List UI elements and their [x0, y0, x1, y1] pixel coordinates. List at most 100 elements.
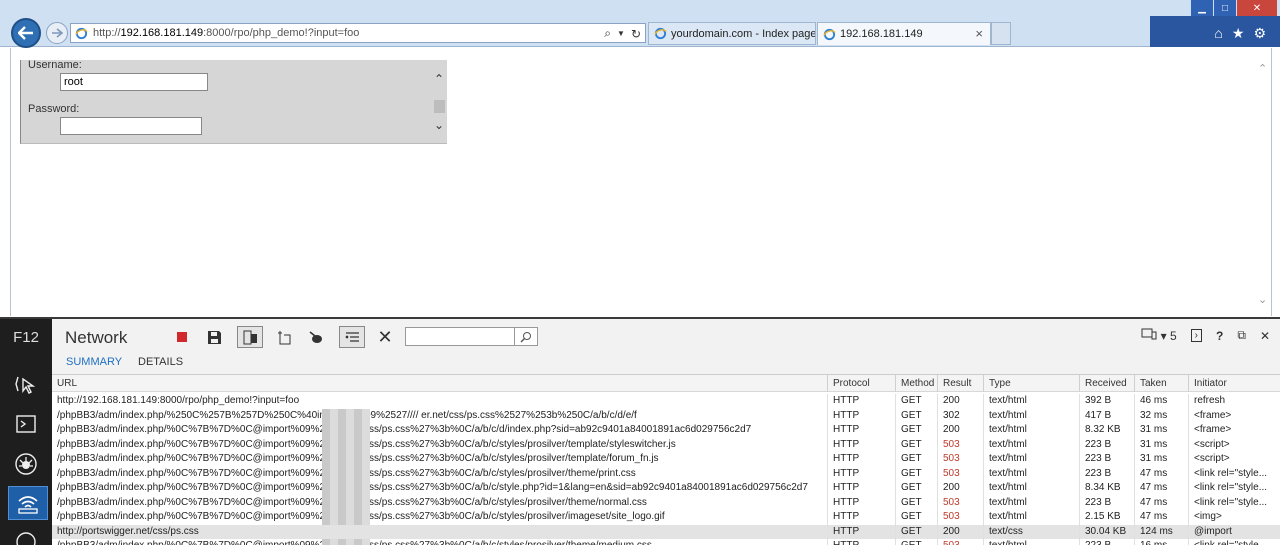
- column-initiator[interactable]: Initiator: [1188, 375, 1280, 392]
- settings-gear-icon[interactable]: ⚙: [1253, 25, 1266, 42]
- scroll-down-icon[interactable]: ⌄: [434, 118, 444, 132]
- expand-panel-icon[interactable]: ›: [1190, 329, 1203, 342]
- close-window-button[interactable]: ✕: [1237, 0, 1277, 16]
- table-row[interactable]: /phpBB3/adm/index.php/%250C%257B%257D%25…: [52, 408, 1280, 423]
- column-type[interactable]: Type: [983, 375, 1079, 392]
- table-row[interactable]: /phpBB3/adm/index.php/%0C%7B%7D%0C@impor…: [52, 481, 1280, 496]
- column-protocol[interactable]: Protocol: [827, 375, 895, 392]
- cell-type: text/html: [983, 423, 1079, 438]
- home-icon[interactable]: ⌂: [1214, 25, 1222, 42]
- cell-method: GET: [895, 510, 937, 525]
- cell-result: 503: [937, 510, 983, 525]
- column-received[interactable]: Received: [1079, 375, 1134, 392]
- close-tab-icon[interactable]: ×: [975, 26, 983, 41]
- network-tool-icon[interactable]: [8, 486, 48, 520]
- table-row[interactable]: /phpBB3/adm/index.php/%0C%7B%7D%0C@impor…: [52, 423, 1280, 438]
- cell-method: GET: [895, 495, 937, 510]
- cell-result: 200: [937, 423, 983, 438]
- filter-search-icon[interactable]: [514, 327, 538, 346]
- redaction-blur: [322, 423, 370, 438]
- cell-taken: 16 ms: [1134, 539, 1188, 545]
- cell-initiator: refresh: [1188, 394, 1280, 409]
- cell-protocol: HTTP: [827, 452, 895, 467]
- clear-session-icon[interactable]: [273, 326, 295, 348]
- redaction-blur: [322, 452, 370, 467]
- cell-url: /phpBB3/adm/index.php/%0C%7B%7D%0C@impor…: [57, 482, 808, 493]
- login-frame: Username: root Password: ⌃ ⌄: [20, 59, 447, 144]
- cell-method: GET: [895, 466, 937, 481]
- cell-received: 223 B: [1079, 452, 1134, 467]
- cell-type: text/html: [983, 394, 1079, 409]
- clear-icon[interactable]: ✕: [374, 326, 396, 348]
- column-result[interactable]: Result: [937, 375, 983, 392]
- cell-taken: 31 ms: [1134, 423, 1188, 438]
- network-requests-table: URL Protocol Method Result Type Received…: [52, 374, 1280, 545]
- page-viewport: Username: root Password: ⌃ ⌄ ⌃ ⌄: [10, 48, 1272, 316]
- dom-explorer-icon[interactable]: [13, 371, 39, 397]
- performance-icon[interactable]: [13, 529, 39, 545]
- tab-details[interactable]: DETAILS: [138, 356, 183, 368]
- cell-taken: 47 ms: [1134, 510, 1188, 525]
- cell-initiator: <frame>: [1188, 408, 1280, 423]
- cell-url: /phpBB3/adm/index.php/%0C%7B%7D%0C@impor…: [57, 511, 665, 522]
- new-tab-button[interactable]: [991, 22, 1011, 45]
- page-scroll-down-icon[interactable]: ⌄: [1258, 293, 1267, 306]
- maximize-button[interactable]: □: [1214, 0, 1236, 16]
- table-row[interactable]: /phpBB3/adm/index.php/%0C%7B%7D%0C@impor…: [52, 452, 1280, 467]
- address-bar[interactable]: http://192.168.181.149:8000/rpo/php_demo…: [70, 23, 646, 43]
- table-row[interactable]: http://portswigger.net/css/ps.css HTTP GET…: [52, 524, 1280, 539]
- redaction-blur: [322, 495, 370, 510]
- clear-entries-toggle[interactable]: [339, 326, 365, 348]
- clear-cache-icon[interactable]: [305, 326, 327, 348]
- cell-protocol: HTTP: [827, 437, 895, 452]
- table-row[interactable]: /phpBB3/adm/index.php/%0C%7B%7D%0C@impor…: [52, 495, 1280, 510]
- scroll-thumb[interactable]: [434, 100, 445, 113]
- export-save-icon[interactable]: [203, 326, 225, 348]
- table-row[interactable]: /phpBB3/adm/index.php/%0C%7B%7D%0C@impor…: [52, 466, 1280, 481]
- username-input[interactable]: root: [60, 73, 208, 91]
- undock-icon[interactable]: ⧉: [1237, 328, 1246, 343]
- column-method[interactable]: Method: [895, 375, 937, 392]
- help-icon[interactable]: ?: [1216, 329, 1223, 343]
- table-row[interactable]: http://192.168.181.149:8000/rpo/php_demo…: [52, 394, 1280, 409]
- page-scrollbar[interactable]: ⌃ ⌄: [1254, 48, 1271, 316]
- cell-url: http://portswigger.net/css/ps.css: [57, 525, 199, 537]
- emulation-counter[interactable]: ▾ 5: [1141, 328, 1177, 343]
- back-button[interactable]: [11, 18, 41, 48]
- tab-yourdomain[interactable]: yourdomain.com - Index page: [648, 22, 816, 45]
- tab-summary[interactable]: SUMMARY: [66, 356, 122, 368]
- frame-scrollbar[interactable]: ⌃ ⌄: [432, 60, 447, 144]
- tab-192-168-181-149[interactable]: 192.168.181.149 ×: [817, 22, 991, 45]
- search-icon[interactable]: ⌕: [604, 26, 611, 41]
- close-devtools-icon[interactable]: ✕: [1260, 329, 1270, 343]
- minimize-button[interactable]: ▁: [1191, 0, 1213, 16]
- always-refresh-toggle[interactable]: [237, 326, 263, 348]
- refresh-icon[interactable]: ↻: [631, 27, 641, 41]
- f12-label: F12: [13, 329, 39, 346]
- column-taken[interactable]: Taken: [1134, 375, 1188, 392]
- cell-result: 302: [937, 408, 983, 423]
- emulation-icon: [1141, 328, 1157, 340]
- table-row[interactable]: /phpBB3/adm/index.php/%0C%7B%7D%0C@impor…: [52, 510, 1280, 525]
- table-row[interactable]: /phpBB3/adm/index.php/%0C%7B%7D%0C@impor…: [52, 437, 1280, 452]
- cell-received: 8.32 KB: [1079, 423, 1134, 438]
- console-icon[interactable]: [13, 411, 39, 437]
- password-input[interactable]: [60, 117, 202, 135]
- network-subtabs: SUMMARY DETAILS: [52, 353, 1280, 373]
- forward-button[interactable]: [46, 22, 68, 44]
- debugger-icon[interactable]: [13, 451, 39, 477]
- cell-taken: 32 ms: [1134, 408, 1188, 423]
- dropdown-icon[interactable]: ▼: [617, 29, 625, 38]
- tool-title: Network: [65, 328, 128, 347]
- page-scroll-up-icon[interactable]: ⌃: [1258, 62, 1267, 75]
- column-url[interactable]: URL: [52, 375, 827, 392]
- table-row[interactable]: /phpBB3/adm/index.php/%0C%7B%7D%0C@impor…: [52, 539, 1280, 545]
- cell-taken: 47 ms: [1134, 466, 1188, 481]
- stop-recording-icon[interactable]: [171, 326, 193, 348]
- cell-initiator: <link rel="style: [1188, 539, 1280, 545]
- scroll-up-icon[interactable]: ⌃: [434, 72, 444, 86]
- cell-taken: 47 ms: [1134, 495, 1188, 510]
- favorites-star-icon[interactable]: ★: [1232, 25, 1245, 42]
- cell-protocol: HTTP: [827, 408, 895, 423]
- cell-initiator: <script>: [1188, 437, 1280, 452]
